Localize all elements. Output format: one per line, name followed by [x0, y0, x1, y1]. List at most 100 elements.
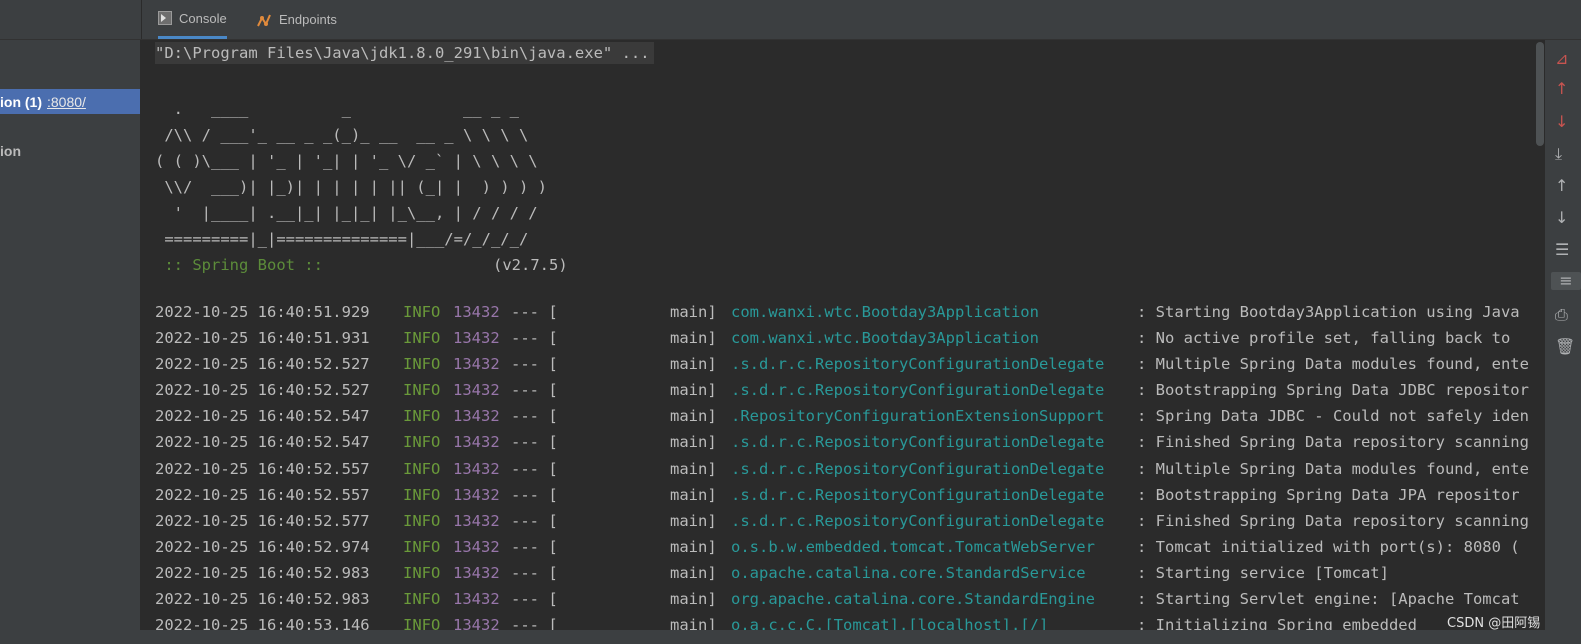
log-level: INFO: [403, 407, 441, 426]
log-timestamp: 2022-10-25 16:40:51.929: [155, 303, 370, 321]
log-row: 2022-10-25 16:40:52.983 INFO 13432 --- [mai…: [155, 560, 1533, 586]
log-timestamp: 2022-10-25 16:40:52.557: [155, 459, 370, 478]
log-level: INFO: [403, 355, 441, 374]
log-separator: --- [: [511, 329, 558, 348]
log-level: INFO: [403, 381, 441, 400]
log-timestamp: 2022-10-25 16:40:52.577: [155, 511, 370, 530]
log-logger[interactable]: .s.d.r.c.RepositoryConfigurationDelegate: [731, 351, 1104, 377]
service-item-application-1[interactable]: ion (1) :8080/: [0, 89, 140, 114]
down-arrow-icon[interactable]: ↓: [1555, 209, 1568, 227]
spring-boot-label: :: Spring Boot ::: [155, 256, 323, 274]
log-separator: --- [: [511, 381, 558, 400]
tab-console[interactable]: Console: [158, 0, 227, 39]
filter-lines-icon[interactable]: ≡: [1551, 272, 1581, 290]
service-item-label: ion: [0, 142, 21, 159]
log-row: 2022-10-25 16:40:52.557 INFO 13432 --- [mai…: [155, 482, 1533, 508]
log-lines: 2022-10-25 16:40:51.929 INFO 13432 --- [ mai…: [155, 299, 1533, 638]
log-message: : Multiple Spring Data modules found, en…: [1137, 355, 1529, 374]
log-logger[interactable]: .s.d.r.c.RepositoryConfigurationDelegate: [731, 377, 1104, 403]
log-logger[interactable]: com.wanxi.wtc.Bootday3Application: [731, 299, 1039, 325]
log-separator: --- [: [511, 511, 558, 530]
tab-endpoints[interactable]: Endpoints: [256, 0, 337, 39]
log-level: INFO: [403, 485, 441, 504]
banner-line: ' |____| .__|_| |_|_| |_\__, | / / / /: [155, 204, 538, 222]
console-output[interactable]: "D:\Program Files\Java\jdk1.8.0_291\bin\…: [142, 40, 1533, 644]
log-message: : Starting Servlet engine: [Apache Tomca…: [1137, 590, 1520, 609]
log-level: INFO: [403, 590, 441, 609]
log-pid: 13432: [453, 433, 500, 452]
log-thread: main]: [670, 381, 717, 400]
banner-line: ( ( )\___ | '_ | '_| | '_ \/ _` | \ \ \ …: [155, 152, 538, 170]
print-icon[interactable]: ⎙: [1555, 306, 1568, 324]
tab-endpoints-label: Endpoints: [279, 12, 337, 27]
log-pid: 13432: [453, 407, 500, 426]
log-logger[interactable]: o.s.b.w.embedded.tomcat.TomcatWebServer: [731, 534, 1095, 560]
log-thread: main]: [670, 433, 717, 452]
log-level: INFO: [403, 511, 441, 530]
log-pid: 13432: [453, 590, 500, 609]
log-timestamp: 2022-10-25 16:40:52.527: [155, 355, 370, 374]
log-thread: main]: [670, 563, 717, 582]
stop-icon[interactable]: ⊿: [1555, 50, 1568, 68]
log-logger[interactable]: com.wanxi.wtc.Bootday3Application: [731, 325, 1039, 351]
log-pid: 13432: [453, 381, 500, 400]
banner-line: . ____ _ __ _ _: [155, 100, 519, 118]
log-logger[interactable]: org.apache.catalina.core.StandardEngine: [731, 586, 1095, 612]
log-row: 2022-10-25 16:40:52.527 INFO 13432 --- [mai…: [155, 351, 1533, 377]
log-message: : Tomcat initialized with port(s): 8080 …: [1137, 537, 1520, 556]
log-logger[interactable]: .s.d.r.c.RepositoryConfigurationDelegate: [731, 482, 1104, 508]
log-level: INFO: [403, 303, 441, 321]
services-tree: ion (1) :8080/ ion: [0, 40, 141, 644]
log-timestamp: 2022-10-25 16:40:52.527: [155, 381, 370, 400]
scrollbar-thumb[interactable]: [1536, 42, 1544, 146]
log-row: 2022-10-25 16:40:51.931 INFO 13432 --- [ mai…: [155, 325, 1533, 351]
log-thread: main]: [670, 511, 717, 530]
log-timestamp: 2022-10-25 16:40:52.557: [155, 485, 370, 504]
log-logger[interactable]: .s.d.r.c.RepositoryConfigurationDelegate: [731, 456, 1104, 482]
log-thread: main]: [670, 329, 717, 348]
log-level: INFO: [403, 459, 441, 478]
log-row: 2022-10-25 16:40:52.974 INFO 13432 --- [mai…: [155, 534, 1533, 560]
log-logger[interactable]: .RepositoryConfigurationExtensionSupport: [731, 403, 1104, 429]
log-row: 2022-10-25 16:40:52.527 INFO 13432 --- [ mai…: [155, 377, 1533, 403]
scroll-to-end-icon[interactable]: ⤓: [1555, 145, 1562, 163]
log-separator: --- [: [511, 459, 558, 478]
bottom-tool-strip: [0, 630, 1581, 644]
run-command-line[interactable]: "D:\Program Files\Java\jdk1.8.0_291\bin\…: [155, 42, 654, 64]
log-separator: --- [: [511, 537, 558, 556]
log-separator: --- [: [511, 407, 558, 426]
spring-boot-version-line: :: Spring Boot :: (v2.7.5): [155, 252, 567, 278]
service-port-link[interactable]: :8080/: [47, 94, 86, 110]
log-pid: 13432: [453, 563, 500, 582]
log-row: 2022-10-25 16:40:52.983 INFO 13432 --- [mai…: [155, 586, 1533, 612]
log-timestamp: 2022-10-25 16:40:51.931: [155, 329, 370, 348]
watermark: CSDN @田阿锡: [1447, 616, 1541, 631]
log-separator: --- [: [511, 590, 558, 609]
log-message: : Starting Bootday3Application using Jav…: [1137, 303, 1520, 321]
log-pid: 13432: [453, 329, 500, 348]
log-thread: main]: [670, 459, 717, 478]
banner-line: =========|_|==============|___/=/_/_/_/: [155, 230, 529, 248]
log-level: INFO: [403, 329, 441, 348]
log-logger[interactable]: .s.d.r.c.RepositoryConfigurationDelegate: [731, 429, 1104, 455]
trash-icon[interactable]: 🗑: [1555, 338, 1575, 356]
next-error-icon[interactable]: ↓: [1555, 113, 1568, 131]
log-level: INFO: [403, 433, 441, 452]
log-separator: --- [: [511, 433, 558, 452]
up-arrow-icon[interactable]: ↑: [1555, 177, 1568, 195]
log-timestamp: 2022-10-25 16:40:52.983: [155, 590, 370, 609]
log-separator: --- [: [511, 485, 558, 504]
previous-error-icon[interactable]: ↑: [1555, 80, 1568, 98]
log-level: INFO: [403, 563, 441, 582]
log-timestamp: 2022-10-25 16:40:52.547: [155, 407, 370, 426]
log-message: : Bootstrapping Spring Data JDBC reposit…: [1137, 381, 1529, 400]
console-toolbar: ⊿ ↑ ↓ ⤓ ↑ ↓ ☰ ≡ ⎙ 🗑: [1545, 40, 1581, 644]
log-message: : No active profile set, falling back to: [1137, 329, 1511, 348]
service-item-application[interactable]: ion: [0, 138, 140, 163]
log-logger[interactable]: o.apache.catalina.core.StandardService: [731, 560, 1086, 586]
soft-wrap-icon[interactable]: ☰: [1555, 241, 1569, 259]
log-separator: --- [: [511, 563, 558, 582]
log-pid: 13432: [453, 459, 500, 478]
log-message: : Multiple Spring Data modules found, en…: [1137, 459, 1529, 478]
log-logger[interactable]: .s.d.r.c.RepositoryConfigurationDelegate: [731, 508, 1104, 534]
